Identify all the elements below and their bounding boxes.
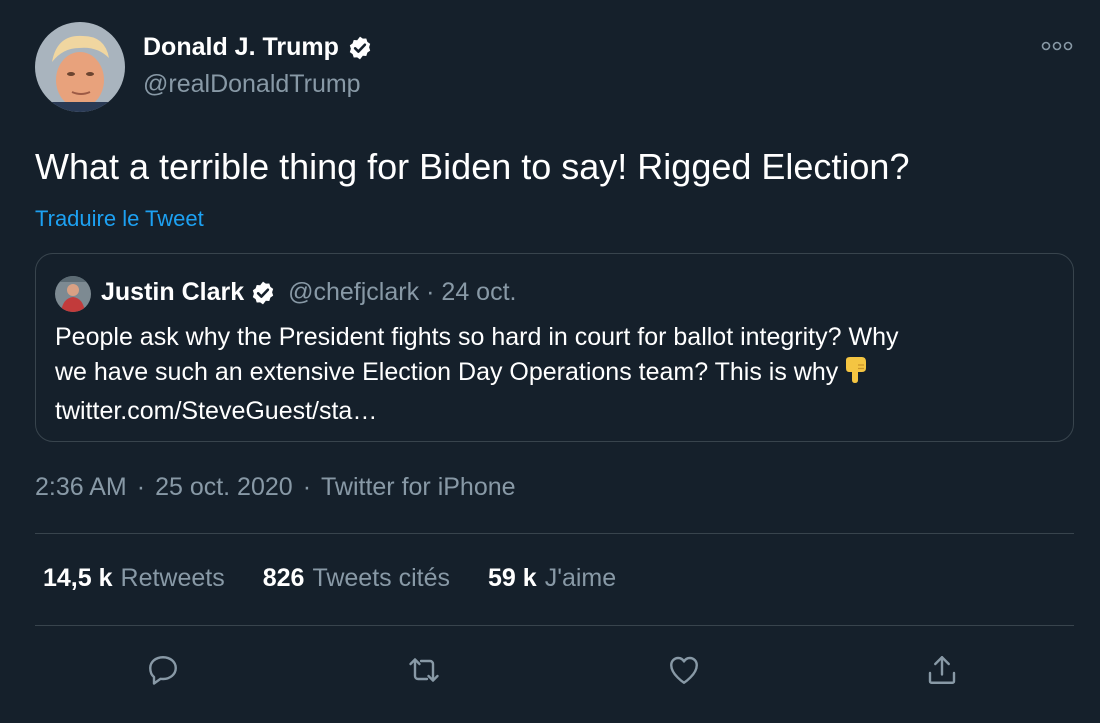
quoted-author-handle: @chefjclark: [288, 278, 420, 306]
author-handle[interactable]: @realDonaldTrump: [143, 70, 361, 99]
tweet-source[interactable]: Twitter for iPhone: [321, 473, 516, 502]
quoted-text-line-content: we have such an extensive Election Day O…: [55, 358, 839, 386]
quote-tweets-label: Tweets cités: [312, 564, 451, 592]
quoted-text: People ask why the President fights so h…: [55, 320, 1055, 429]
retweets-count: 14,5 k: [43, 564, 113, 592]
divider: [35, 625, 1074, 626]
quoted-text-line: we have such an extensive Election Day O…: [55, 355, 1055, 394]
quote-tweets-count: 826: [262, 564, 305, 592]
quoted-header: Justin Clark @chefjclark · 24 oct.: [101, 278, 516, 307]
translate-tweet-link[interactable]: Traduire le Tweet: [35, 206, 204, 232]
tweet-date[interactable]: 25 oct. 2020: [155, 473, 293, 502]
reply-icon[interactable]: [141, 648, 185, 692]
like-icon[interactable]: [662, 648, 706, 692]
author-avatar[interactable]: [35, 22, 125, 112]
tweet-actions: [0, 648, 1100, 693]
tweet-stats: 14,5 k Retweets 826 Tweets cités 59 k J'…: [43, 564, 616, 593]
tweet-meta: 2:36 AM · 25 oct. 2020 · Twitter for iPh…: [35, 473, 516, 502]
more-options-icon[interactable]: [1040, 38, 1074, 54]
likes-label: J'aime: [544, 564, 617, 592]
quoted-author-name: Justin Clark: [101, 278, 245, 306]
share-icon[interactable]: [920, 648, 964, 692]
verified-badge-icon: [250, 280, 276, 306]
divider: [35, 533, 1074, 534]
quoted-text-line: People ask why the President fights so h…: [55, 323, 899, 351]
quoted-date: 24 oct.: [441, 278, 517, 306]
likes-count: 59 k: [488, 564, 537, 592]
meta-separator: ·: [302, 473, 312, 501]
retweets-stat[interactable]: 14,5 k Retweets: [43, 564, 225, 593]
quoted-separator: ·: [426, 278, 435, 306]
quoted-link[interactable]: twitter.com/SteveGuest/sta…: [55, 394, 1055, 429]
retweets-label: Retweets: [120, 564, 225, 592]
pointing-down-emoji-icon: [842, 356, 868, 394]
retweet-icon[interactable]: [402, 648, 446, 692]
tweet-card: Donald J. Trump @realDonaldTrump What a …: [0, 0, 1100, 723]
quoted-tweet[interactable]: Justin Clark @chefjclark · 24 oct. Peopl…: [35, 253, 1074, 442]
tweet-time[interactable]: 2:36 AM: [35, 473, 127, 502]
author-name-text: Donald J. Trump: [143, 33, 339, 61]
likes-stat[interactable]: 59 k J'aime: [488, 564, 616, 593]
quote-tweets-stat[interactable]: 826 Tweets cités: [263, 564, 450, 593]
author-name[interactable]: Donald J. Trump: [143, 33, 373, 62]
meta-separator: ·: [136, 473, 146, 501]
quoted-author-avatar: [55, 276, 91, 312]
verified-badge-icon: [349, 36, 371, 59]
tweet-text: What a terrible thing for Biden to say! …: [35, 146, 910, 187]
